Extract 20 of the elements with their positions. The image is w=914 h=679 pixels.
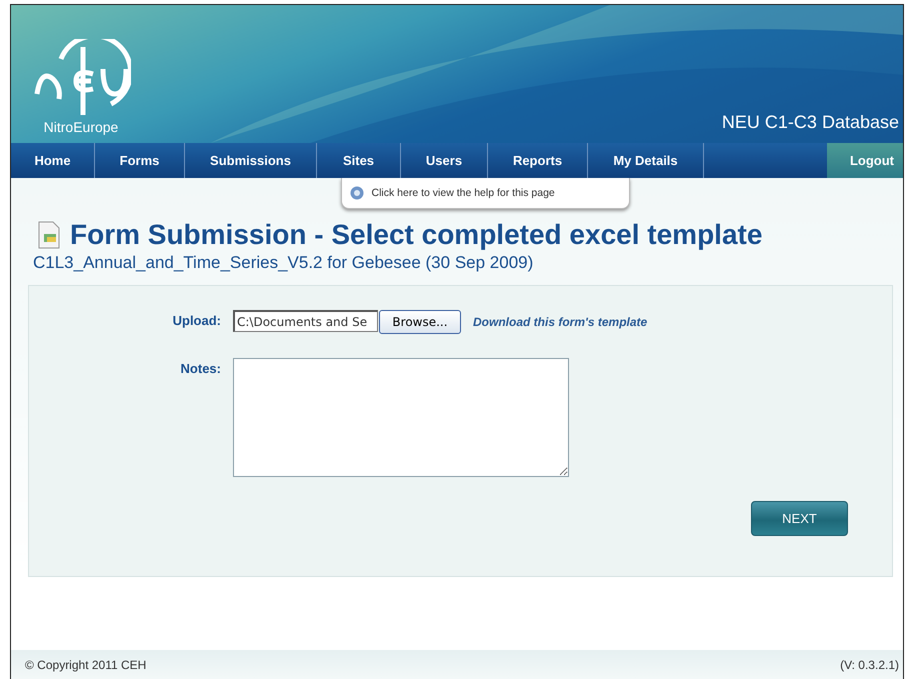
help-tab[interactable]: Click here to view the help for this page — [340, 178, 630, 209]
logout-link[interactable]: Logout — [827, 143, 903, 178]
nav-tab[interactable]: Forms — [95, 143, 185, 178]
notes-field[interactable] — [233, 358, 569, 477]
spreadsheet-file-icon — [36, 220, 62, 250]
copyright-text: © Copyright 2011 CEH — [25, 658, 146, 672]
logo-text: NitroEurope — [44, 119, 118, 135]
template-download-link[interactable]: Download this form's template — [473, 315, 648, 329]
page-subtitle: C1L3_Annual_and_Time_Series_V5.2 for Gebesee (30 Sep 2009) — [33, 253, 534, 273]
site-title: NEU C1-C3 Database — [722, 112, 899, 133]
version-text: (V: 0.3.2.1) — [840, 658, 899, 672]
upload-label: Upload: — [172, 312, 221, 330]
notes-label: Notes: — [180, 360, 221, 378]
help-icon — [350, 186, 364, 200]
next-button[interactable]: NEXT — [751, 501, 848, 536]
browse-button[interactable]: Browse... — [379, 310, 461, 334]
nav-tab[interactable]: Home — [11, 143, 95, 178]
page-title: Form Submission - Select completed excel template — [70, 219, 762, 251]
nav-tab[interactable]: Submissions — [185, 143, 317, 178]
file-path-field[interactable]: C:\Documents and Se — [233, 310, 378, 332]
